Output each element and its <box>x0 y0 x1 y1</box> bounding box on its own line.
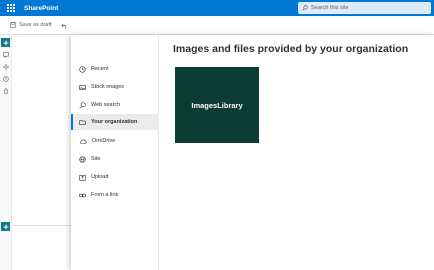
history-rail-button[interactable] <box>1 74 10 83</box>
nav-from-a-link[interactable]: From a link <box>71 187 159 203</box>
search-placeholder: Search this site <box>311 5 349 11</box>
library-tile-imageslibrary[interactable]: ImagesLibrary <box>175 67 259 143</box>
nav-upload[interactable]: Upload <box>71 169 159 185</box>
nav-recent-label: Recent <box>91 66 109 72</box>
comment-rail-button[interactable] <box>1 50 10 59</box>
clock-icon <box>79 65 86 73</box>
picker-title: Images and files provided by your organi… <box>173 43 409 55</box>
nav-onedrive[interactable]: OneDrive <box>71 133 159 149</box>
nav-web-search[interactable]: Web search <box>71 97 159 113</box>
upload-icon <box>79 174 86 181</box>
design-ideas-button[interactable] <box>1 62 10 71</box>
section-divider <box>12 225 72 226</box>
save-draft-label: Save as draft <box>19 22 52 28</box>
search-icon <box>302 5 308 11</box>
cloud-icon <box>80 138 87 144</box>
nav-site-label: Site <box>91 156 101 162</box>
image-icon <box>79 84 86 90</box>
command-bar: Save as draft <box>0 16 434 35</box>
nav-upload-label: Upload <box>91 174 109 180</box>
nav-stock-images-label: Stock images <box>91 84 125 90</box>
search-icon <box>79 101 86 109</box>
history-icon <box>2 75 9 82</box>
edit-toolbox-rail <box>0 35 12 270</box>
undo-icon <box>61 23 67 29</box>
add-section-button-bottom[interactable] <box>1 222 10 231</box>
folder-icon <box>79 119 86 125</box>
delete-rail-button[interactable] <box>1 86 10 95</box>
nav-recent[interactable]: Recent <box>71 61 159 77</box>
add-section-button[interactable] <box>1 38 10 47</box>
search-box[interactable]: Search this site <box>298 2 431 14</box>
nav-web-search-label: Web search <box>91 102 121 108</box>
app-name[interactable]: SharePoint <box>24 5 58 12</box>
undo-button[interactable] <box>61 22 71 29</box>
sparkle-icon <box>2 63 9 70</box>
nav-site[interactable]: Site <box>71 151 159 167</box>
app-header: SharePoint Search this site <box>0 0 434 16</box>
link-icon <box>79 193 86 197</box>
nav-your-organization[interactable]: Your organization <box>71 114 159 130</box>
plus-icon <box>3 40 8 45</box>
globe-icon <box>79 155 86 163</box>
comment-icon <box>2 51 9 58</box>
app-launcher-icon[interactable] <box>4 1 18 15</box>
plus-icon <box>3 224 8 229</box>
nav-stock-images[interactable]: Stock images <box>71 79 159 95</box>
nav-your-organization-label: Your organization <box>91 119 138 125</box>
nav-from-a-link-label: From a link <box>91 192 119 198</box>
save-icon <box>10 22 16 28</box>
library-tile-label: ImagesLibrary <box>191 100 243 110</box>
nav-onedrive-label: OneDrive <box>92 138 116 144</box>
picker-nav: Recent Stock images Web search Your orga… <box>71 35 159 270</box>
save-draft-button[interactable]: Save as draft <box>10 22 51 28</box>
file-picker-panel: Recent Stock images Web search Your orga… <box>71 35 434 270</box>
trash-icon <box>3 87 8 94</box>
